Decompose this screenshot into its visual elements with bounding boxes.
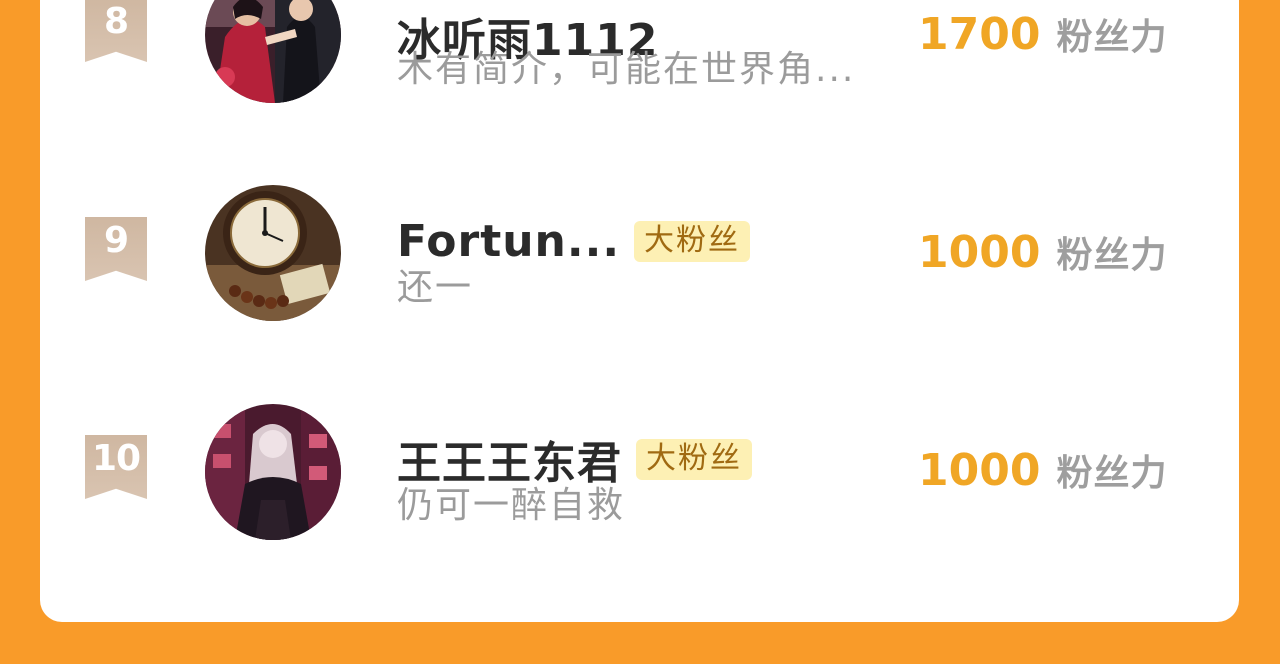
user-bio: 木有简介，可能在世界角... <box>397 49 856 90</box>
big-fan-badge: 大粉丝 <box>634 220 751 262</box>
fan-power-score: 1000 粉丝力 <box>918 444 1167 496</box>
score-unit: 粉丝力 <box>1056 453 1168 494</box>
user-avatar[interactable] <box>205 0 341 103</box>
rank-badge: 9 <box>85 217 147 281</box>
ranking-row[interactable]: 10 王王王东君 大粉丝 仍可一醉自救 1000 粉丝力 <box>40 396 1239 614</box>
score-value: 1700 <box>918 9 1041 60</box>
score-unit: 粉丝力 <box>1056 17 1168 58</box>
fan-ranking-card: 8 冰听雨1112 木有简介，可能在世界角... 1700 粉丝力 9 Fort… <box>40 0 1239 622</box>
user-bio: 仍可一醉自救 <box>397 485 626 526</box>
fan-power-score: 1000 粉丝力 <box>918 226 1167 278</box>
user-bio: 还一 <box>397 267 474 308</box>
rank-number: 8 <box>103 1 129 42</box>
rank-number: 9 <box>103 220 129 261</box>
ranking-row[interactable]: 8 冰听雨1112 木有简介，可能在世界角... 1700 粉丝力 <box>40 0 1239 178</box>
score-unit: 粉丝力 <box>1056 235 1168 276</box>
big-fan-badge: 大粉丝 <box>636 438 752 480</box>
rank-badge: 10 <box>85 435 147 499</box>
user-avatar[interactable] <box>205 185 341 321</box>
score-value: 1000 <box>918 227 1041 278</box>
score-value: 1000 <box>918 445 1041 496</box>
ranking-row[interactable]: 9 Fortun... 大粉丝 还一 1000 粉丝力 <box>40 178 1239 396</box>
rank-number: 10 <box>91 438 141 479</box>
user-avatar[interactable] <box>205 404 341 540</box>
rank-badge: 8 <box>85 0 147 62</box>
fan-power-score: 1700 粉丝力 <box>918 8 1167 60</box>
